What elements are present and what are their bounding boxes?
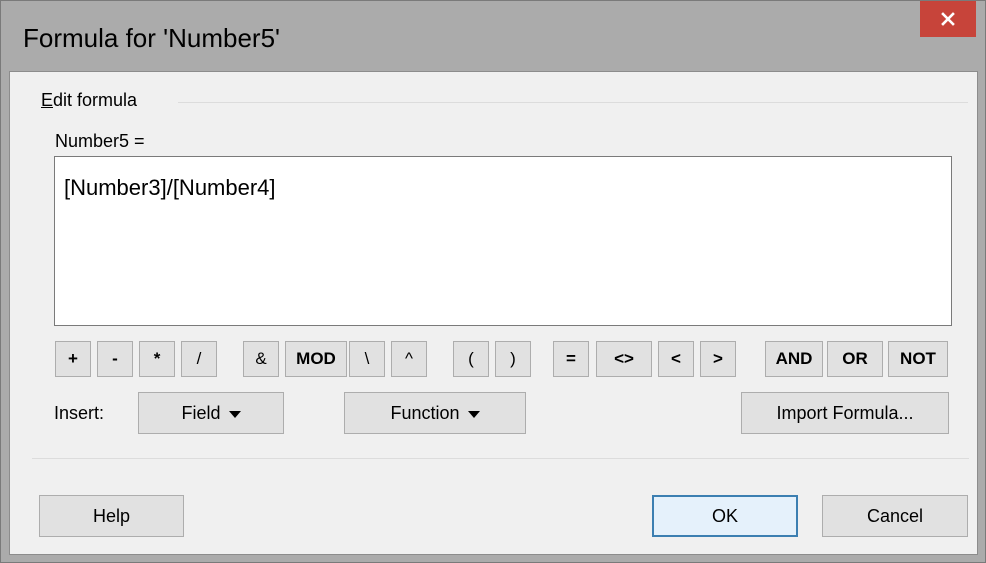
dialog-content: Edit formula Number5 = [Number3]/[Number… xyxy=(9,71,978,555)
close-icon xyxy=(940,11,956,27)
operator-concatenate-button[interactable]: & xyxy=(243,341,279,377)
field-button-label: Field xyxy=(181,402,221,423)
operator-exponent-button[interactable]: ^ xyxy=(391,341,427,377)
operator-minus-button[interactable]: - xyxy=(97,341,133,377)
group-divider xyxy=(178,102,968,103)
operator-and-button[interactable]: AND xyxy=(765,341,823,377)
operator-or-button[interactable]: OR xyxy=(827,341,883,377)
operator-not-equal-button[interactable]: <> xyxy=(596,341,652,377)
formula-dialog: Formula for 'Number5' Edit formula Numbe… xyxy=(0,0,986,563)
operator-multiply-button[interactable]: * xyxy=(139,341,175,377)
operator-open-paren-button[interactable]: ( xyxy=(453,341,489,377)
operator-less-than-button[interactable]: < xyxy=(658,341,694,377)
insert-label: Insert: xyxy=(54,403,105,423)
window-title: Formula for 'Number5' xyxy=(23,23,281,53)
formula-field-label: Number5 = xyxy=(55,131,145,151)
close-button[interactable] xyxy=(920,1,976,37)
edit-formula-group-label: Edit formula xyxy=(41,90,144,111)
operator-integer-divide-button[interactable]: \ xyxy=(349,341,385,377)
title-bar: Formula for 'Number5' xyxy=(1,1,985,71)
operator-equals-button[interactable]: = xyxy=(553,341,589,377)
operator-greater-than-button[interactable]: > xyxy=(700,341,736,377)
operator-mod-button[interactable]: MOD xyxy=(285,341,347,377)
chevron-down-icon xyxy=(228,410,241,418)
operator-divide-button[interactable]: / xyxy=(181,341,217,377)
help-button[interactable]: Help xyxy=(39,495,184,537)
chevron-down-icon xyxy=(467,410,480,418)
function-dropdown-button[interactable]: Function xyxy=(344,392,526,434)
footer-divider xyxy=(32,458,969,459)
function-button-label: Function xyxy=(390,402,460,423)
ok-button[interactable]: OK xyxy=(652,495,798,537)
cancel-button[interactable]: Cancel xyxy=(822,495,968,537)
operator-plus-button[interactable]: + xyxy=(55,341,91,377)
import-formula-button[interactable]: Import Formula... xyxy=(741,392,949,434)
operator-close-paren-button[interactable]: ) xyxy=(495,341,531,377)
field-dropdown-button[interactable]: Field xyxy=(138,392,284,434)
operator-not-button[interactable]: NOT xyxy=(888,341,948,377)
formula-input[interactable]: [Number3]/[Number4] xyxy=(54,156,952,326)
